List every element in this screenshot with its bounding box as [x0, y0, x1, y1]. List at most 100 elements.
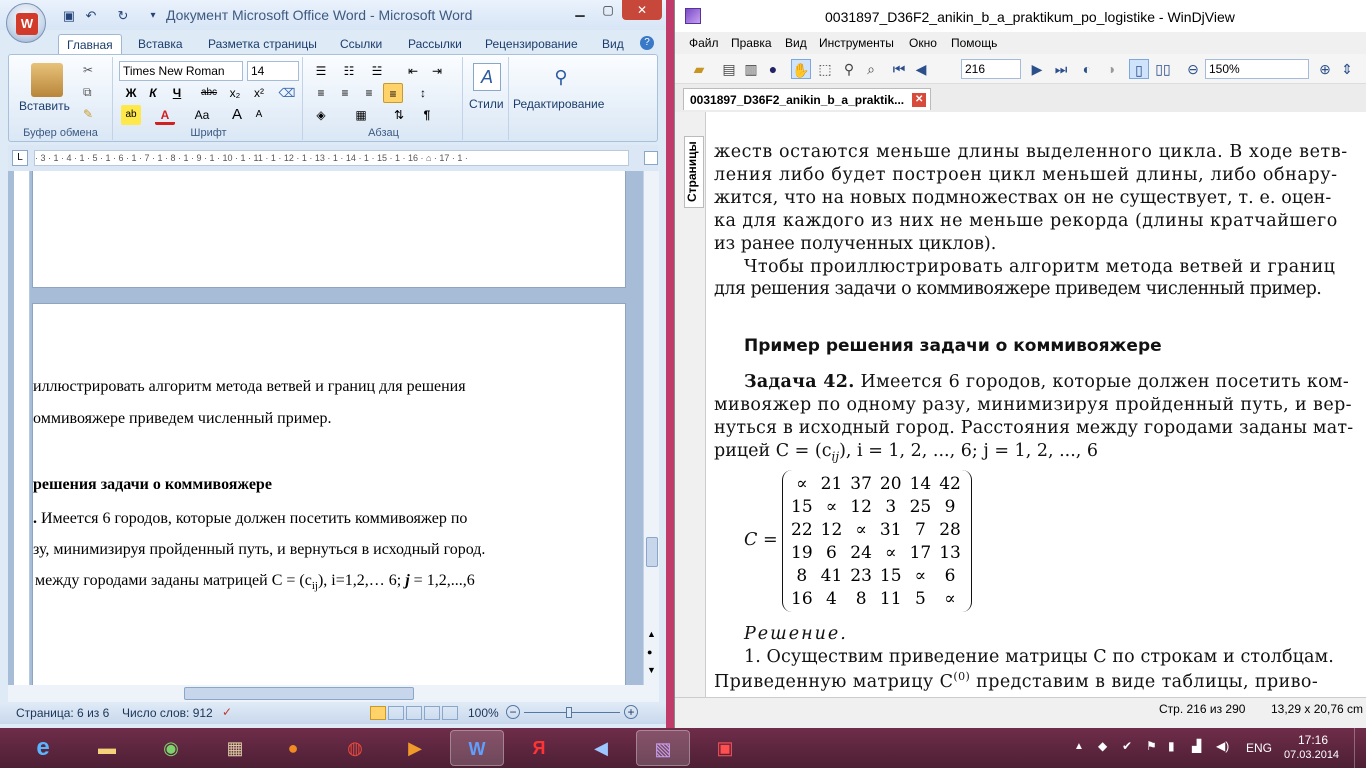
multilevel-list-icon[interactable]: ☱	[367, 61, 387, 81]
sort-icon[interactable]: ⇅	[389, 105, 409, 125]
line-spacing-icon[interactable]: ↕	[413, 83, 433, 103]
tray-battery-icon[interactable]: ▮	[1168, 739, 1175, 753]
tab-view[interactable]: Вид	[594, 34, 632, 54]
zoom-out-icon[interactable]: −	[506, 705, 520, 719]
horizontal-ruler[interactable]: · 3 · 1 · 4 · 1 · 5 · 1 · 6 · 1 · 7 · 1 …	[34, 150, 629, 166]
help-icon[interactable]: ?	[640, 36, 654, 50]
paste-button[interactable]: Вставить	[19, 99, 70, 113]
pages-sidebar-tab[interactable]: Страницы	[682, 112, 706, 697]
editing-button[interactable]: Редактирование	[513, 97, 604, 111]
red-app-icon[interactable]: ▣	[698, 730, 752, 766]
strikethrough-button[interactable]: abc	[199, 83, 219, 103]
firefox-icon[interactable]: ●	[266, 730, 320, 766]
clear-format-icon[interactable]: ⌫	[277, 83, 297, 103]
page-number-field[interactable]: 216	[961, 59, 1021, 79]
hand-tool-icon[interactable]: ✋	[791, 59, 811, 79]
next-page-icon[interactable]: ▼	[647, 665, 656, 675]
superscript-button[interactable]: x²	[249, 83, 269, 103]
last-page-icon[interactable]: ⏭	[1051, 59, 1071, 79]
next-page-icon[interactable]: ▶	[1027, 59, 1047, 79]
page-count[interactable]: Страница: 6 из 6	[16, 706, 109, 720]
justify-icon[interactable]: ≡	[383, 83, 403, 103]
menu-edit[interactable]: Правка	[731, 36, 772, 50]
open-icon[interactable]: ▰	[689, 59, 709, 79]
magnify-icon[interactable]: ⌕	[861, 59, 881, 79]
find-icon[interactable]: ▥	[741, 59, 761, 79]
yandex-icon[interactable]: Я	[512, 730, 566, 766]
cut-icon[interactable]: ✂	[83, 63, 93, 77]
windjview-taskbar-button[interactable]: ▧	[636, 730, 690, 766]
show-desktop-button[interactable]	[1354, 728, 1366, 768]
font-name-combo[interactable]: Times New Roman	[119, 61, 243, 81]
undo-icon[interactable]: ↶	[82, 7, 100, 25]
media-player-icon[interactable]: ▶	[388, 730, 442, 766]
copy-icon[interactable]: ⧉	[83, 85, 92, 100]
tab-references[interactable]: Ссылки	[332, 34, 390, 54]
tray-volume-icon[interactable]: ◀)	[1216, 739, 1229, 753]
web-layout-icon[interactable]	[406, 706, 422, 720]
close-tab-icon[interactable]: ✕	[912, 93, 927, 107]
forward-icon[interactable]: ◑	[1101, 59, 1121, 79]
styles-button[interactable]: Стили	[469, 97, 504, 111]
underline-button[interactable]: Ч	[167, 83, 187, 103]
menu-help[interactable]: Помощь	[951, 36, 997, 50]
zoom-level[interactable]: 100%	[468, 706, 499, 720]
menu-tools[interactable]: Инструменты	[819, 36, 894, 50]
word-count[interactable]: Число слов: 912	[122, 706, 213, 720]
align-right-icon[interactable]: ≡	[359, 83, 379, 103]
maximize-button[interactable]: ▢	[594, 0, 622, 20]
media-center-icon[interactable]: ◉	[144, 730, 198, 766]
clock-date[interactable]: 07.03.2014	[1284, 749, 1339, 761]
borders-icon[interactable]: ▦	[351, 105, 371, 125]
first-page-icon[interactable]: ⏮	[889, 59, 909, 79]
styles-icon[interactable]: A	[473, 63, 501, 91]
change-case-button[interactable]: Aa	[189, 105, 215, 125]
tray-expand-icon[interactable]: ▲	[1074, 741, 1084, 752]
tab-selector-icon[interactable]: L	[12, 150, 28, 166]
tab-insert[interactable]: Вставка	[130, 34, 191, 54]
clock-time[interactable]: 17:16	[1298, 733, 1328, 747]
outline-icon[interactable]	[424, 706, 440, 720]
font-size-combo[interactable]: 14	[247, 61, 299, 81]
horizontal-scrollbar[interactable]	[8, 685, 659, 702]
italic-button[interactable]: К	[143, 83, 163, 103]
zoom-slider-thumb[interactable]	[566, 707, 572, 718]
bullets-icon[interactable]: ☰	[311, 61, 331, 81]
menu-window[interactable]: Окно	[909, 36, 937, 50]
decrease-indent-icon[interactable]: ⇤	[403, 61, 423, 81]
pages-tab-label[interactable]: Страницы	[684, 136, 704, 208]
single-page-icon[interactable]: ▯	[1129, 59, 1149, 79]
page-current[interactable]: иллюстрировать алгоритм метода ветвей и …	[32, 303, 626, 685]
zoom-out-icon[interactable]: ⊖	[1183, 59, 1203, 79]
explorer-icon[interactable]: ▬	[80, 730, 134, 766]
align-left-icon[interactable]: ≡	[311, 83, 331, 103]
browse-object-icon[interactable]: ●	[647, 647, 652, 657]
zoom-field[interactable]: 150%	[1205, 59, 1309, 79]
save-icon[interactable]: ▣	[60, 7, 78, 25]
ie-icon[interactable]: e	[16, 730, 70, 766]
prev-page-icon[interactable]: ◀	[911, 59, 931, 79]
paste-icon[interactable]	[31, 63, 63, 97]
djvu-page-view[interactable]: жеств остаются меньше длины выделенного …	[706, 112, 1366, 697]
shrink-font-button[interactable]: A	[249, 105, 269, 125]
grow-font-button[interactable]: A	[227, 105, 247, 125]
tray-signal-icon[interactable]: ▟	[1192, 739, 1201, 753]
increase-indent-icon[interactable]: ⇥	[427, 61, 447, 81]
full-screen-icon[interactable]	[388, 706, 404, 720]
subscript-button[interactable]: x₂	[225, 83, 245, 103]
prev-page-icon[interactable]: ▲	[647, 629, 656, 639]
facing-pages-icon[interactable]: ▯▯	[1153, 59, 1173, 79]
font-color-icon[interactable]: A	[155, 105, 175, 125]
bold-button[interactable]: Ж	[121, 83, 141, 103]
speaker-app-icon[interactable]: ◀	[574, 730, 628, 766]
print-icon[interactable]: ▤	[719, 59, 739, 79]
select-tool-icon[interactable]: ⬚	[815, 59, 835, 79]
hscroll-thumb[interactable]	[184, 687, 414, 700]
shading-icon[interactable]: ◈	[311, 105, 331, 125]
menu-view[interactable]: Вид	[785, 36, 807, 50]
view-ruler-icon[interactable]	[644, 151, 658, 165]
scroll-thumb[interactable]	[646, 537, 658, 567]
zoom-slider[interactable]	[524, 712, 620, 713]
vertical-ruler[interactable]	[14, 171, 30, 685]
fit-page-icon[interactable]: ⇕	[1337, 59, 1357, 79]
